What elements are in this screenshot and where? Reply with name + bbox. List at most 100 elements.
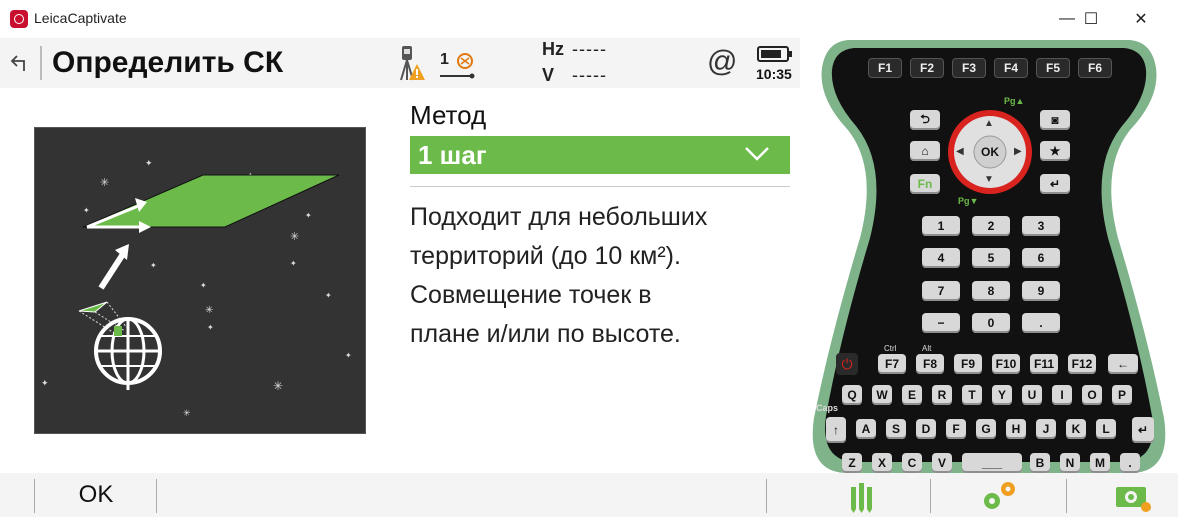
key-g[interactable]: G	[976, 419, 996, 439]
back-arrow-icon[interactable]	[8, 51, 32, 75]
svg-text:✳: ✳	[205, 305, 213, 316]
survey-tools-icon[interactable]	[845, 479, 885, 513]
key-r[interactable]: R	[932, 385, 952, 405]
arrow-down-key[interactable]: ▼	[984, 174, 994, 185]
camera-settings-icon[interactable]	[1112, 479, 1152, 513]
key-o[interactable]: O	[1082, 385, 1102, 405]
key-escape-back[interactable]: ⮌	[910, 110, 940, 130]
key-favourites[interactable]: ★	[1040, 141, 1070, 161]
key-minus[interactable]: −	[922, 313, 960, 333]
key-4[interactable]: 4	[922, 248, 960, 268]
key-0[interactable]: 0	[972, 313, 1010, 333]
svg-text:✳: ✳	[100, 177, 109, 189]
method-dropdown[interactable]: 1 шаг	[410, 136, 790, 174]
key-space[interactable]: ___	[962, 453, 1022, 473]
settings-gears-icon[interactable]	[978, 479, 1018, 513]
v-label: V	[542, 65, 555, 85]
key-3[interactable]: 3	[1022, 216, 1060, 236]
key-5[interactable]: 5	[972, 248, 1010, 268]
key-d[interactable]: D	[916, 419, 936, 439]
page-down-label: Pg▼	[958, 196, 979, 206]
close-button[interactable]: ✕	[1118, 4, 1164, 34]
footer-separator	[766, 479, 767, 513]
key-f9[interactable]: F9	[954, 354, 982, 374]
chevron-down-icon	[745, 147, 769, 161]
instrument-warning-icon[interactable]	[396, 44, 426, 84]
connection-at-icon[interactable]: @	[707, 45, 737, 79]
key-9[interactable]: 9	[1022, 281, 1060, 301]
arrow-up-key[interactable]: ▲	[984, 118, 994, 129]
key-b[interactable]: B	[1030, 453, 1050, 473]
key-enter[interactable]: ↵	[1040, 174, 1070, 194]
key-home[interactable]: ⌂	[910, 141, 940, 161]
key-1[interactable]: 1	[922, 216, 960, 236]
key-ok[interactable]: OK	[979, 141, 1001, 163]
leica-logo-icon	[10, 10, 28, 28]
ok-button[interactable]: OK	[36, 473, 156, 517]
key-return[interactable]: ↵	[1132, 417, 1154, 443]
key-l[interactable]: L	[1096, 419, 1116, 439]
key-8[interactable]: 8	[972, 281, 1010, 301]
key-f3[interactable]: F3	[952, 58, 986, 78]
key-2[interactable]: 2	[972, 216, 1010, 236]
key-x[interactable]: X	[872, 453, 892, 473]
key-h[interactable]: H	[1006, 419, 1026, 439]
key-s[interactable]: S	[886, 419, 906, 439]
key-f1[interactable]: F1	[868, 58, 902, 78]
key-p[interactable]: P	[1112, 385, 1132, 405]
key-m[interactable]: M	[1090, 453, 1110, 473]
key-f7[interactable]: F7	[878, 354, 906, 374]
svg-text:✦: ✦	[325, 291, 332, 300]
key-k[interactable]: K	[1066, 419, 1086, 439]
key-q[interactable]: Q	[842, 385, 862, 405]
key-i[interactable]: I	[1052, 385, 1072, 405]
key-f[interactable]: F	[946, 419, 966, 439]
arrow-left-key[interactable]: ◀	[956, 146, 964, 157]
method-divider	[410, 186, 790, 187]
svg-text:✦: ✦	[145, 158, 153, 168]
v-value: -----	[572, 65, 607, 85]
key-f10[interactable]: F10	[992, 354, 1020, 374]
v-readout: V -----	[542, 65, 607, 86]
key-c[interactable]: C	[902, 453, 922, 473]
key-j[interactable]: J	[1036, 419, 1056, 439]
key-6[interactable]: 6	[1022, 248, 1060, 268]
svg-text:✦: ✦	[41, 378, 49, 388]
key-f5[interactable]: F5	[1036, 58, 1070, 78]
description-line: Подходит для небольших	[410, 203, 708, 231]
globe-icon	[94, 317, 162, 390]
power-button-icon[interactable]: ⏻	[836, 353, 858, 375]
arrow-right-key[interactable]: ▶	[1014, 146, 1022, 157]
key-f11[interactable]: F11	[1030, 354, 1058, 374]
key-f4[interactable]: F4	[994, 58, 1028, 78]
key-v[interactable]: V	[932, 453, 952, 473]
window-title: LeicaCaptivate	[34, 10, 127, 26]
key-f6[interactable]: F6	[1078, 58, 1112, 78]
key-fn[interactable]: Fn	[910, 174, 940, 194]
prism-status-icon[interactable]	[440, 50, 476, 85]
battery-icon[interactable]	[757, 46, 792, 62]
key-shift[interactable]: ↑	[826, 417, 846, 443]
key-backspace[interactable]: ←	[1108, 354, 1138, 374]
key-f2[interactable]: F2	[910, 58, 944, 78]
alt-label: Alt	[922, 344, 932, 353]
key-w[interactable]: W	[872, 385, 892, 405]
key-f8[interactable]: F8	[916, 354, 944, 374]
svg-text:✦: ✦	[200, 281, 207, 290]
key-n[interactable]: N	[1060, 453, 1080, 473]
key-t[interactable]: T	[962, 385, 982, 405]
maximize-button[interactable]: ☐	[1068, 4, 1114, 34]
key-u[interactable]: U	[1022, 385, 1042, 405]
key-7[interactable]: 7	[922, 281, 960, 301]
key-z[interactable]: Z	[842, 453, 862, 473]
key-dot[interactable]: .	[1022, 313, 1060, 333]
window-titlebar: LeicaCaptivate — ☐ ✕	[0, 0, 1178, 38]
key-e[interactable]: E	[902, 385, 922, 405]
key-camera[interactable]: ◙	[1040, 110, 1070, 130]
key-a[interactable]: A	[856, 419, 876, 439]
key-f12[interactable]: F12	[1068, 354, 1096, 374]
description-line: плане и/или по высоте.	[410, 320, 681, 348]
key-y[interactable]: Y	[992, 385, 1012, 405]
key-symbol[interactable]: .	[1120, 453, 1140, 473]
description-line: Совмещение точек в	[410, 281, 652, 309]
